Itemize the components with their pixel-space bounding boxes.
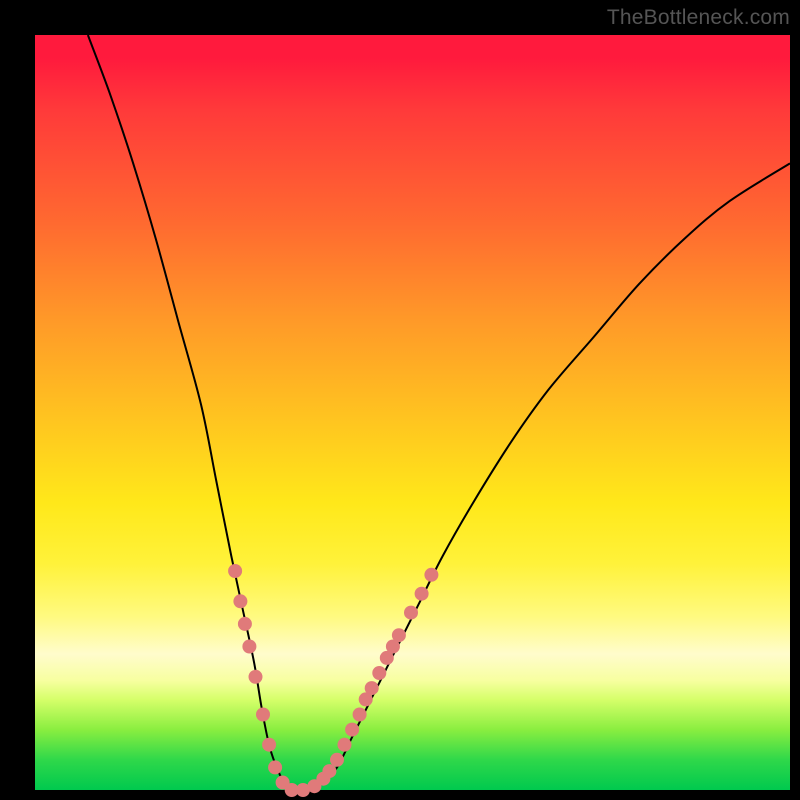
marker-point (262, 738, 276, 752)
plot-area (35, 35, 790, 790)
curve-svg (35, 35, 790, 790)
marker-point (365, 681, 379, 695)
marker-point (233, 594, 247, 608)
marker-point (372, 666, 386, 680)
marker-point (256, 708, 270, 722)
bottleneck-curve (88, 35, 790, 791)
marker-point (424, 568, 438, 582)
marker-point (338, 738, 352, 752)
marker-point (242, 640, 256, 654)
marker-point (238, 617, 252, 631)
chart-frame: TheBottleneck.com (0, 0, 800, 800)
marker-point (353, 708, 367, 722)
marker-point (415, 587, 429, 601)
highlighted-markers (228, 564, 438, 797)
marker-point (228, 564, 242, 578)
watermark-text: TheBottleneck.com (607, 6, 790, 30)
marker-point (249, 670, 263, 684)
marker-point (404, 606, 418, 620)
marker-point (345, 723, 359, 737)
marker-point (392, 628, 406, 642)
marker-point (330, 753, 344, 767)
marker-point (268, 760, 282, 774)
